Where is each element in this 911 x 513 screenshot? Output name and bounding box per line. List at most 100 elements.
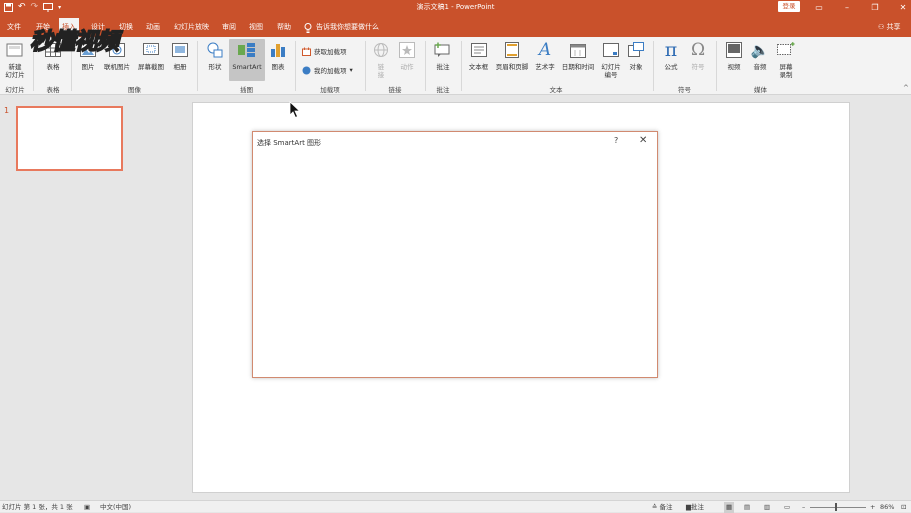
screen-recording-button[interactable]: 屏幕 录制 bbox=[774, 39, 798, 79]
zoom-out-button[interactable]: – bbox=[802, 502, 805, 513]
photo-album-button[interactable]: 相册 bbox=[170, 39, 190, 71]
comment-label: 批注 bbox=[436, 63, 450, 71]
normal-view-icon[interactable]: ▦ bbox=[724, 502, 735, 513]
screen-recording-icon bbox=[777, 42, 795, 55]
shapes-label: 形状 bbox=[208, 63, 222, 71]
video-button[interactable]: 视频 bbox=[723, 39, 745, 71]
picture-label: 图片 bbox=[81, 63, 95, 71]
tell-me-box[interactable]: 告诉我你想要做什么 bbox=[304, 18, 379, 37]
group-separator bbox=[365, 41, 366, 91]
tab-help[interactable]: 帮助 bbox=[274, 18, 294, 37]
slide-number-label: 幻灯片 编号 bbox=[601, 63, 621, 79]
zoom-in-button[interactable]: + bbox=[870, 502, 875, 513]
group-separator bbox=[197, 41, 198, 91]
omega-icon: Ω bbox=[690, 40, 706, 60]
zoom-level[interactable]: 86% bbox=[880, 502, 894, 513]
zoom-slider-thumb[interactable] bbox=[835, 503, 837, 511]
comment-button[interactable]: 批注 bbox=[432, 39, 454, 71]
dropdown-arrow-icon: ▾ bbox=[349, 66, 353, 74]
header-footer-button[interactable]: 页眉和页脚 bbox=[493, 39, 531, 71]
shapes-button[interactable]: 形状 bbox=[205, 39, 225, 71]
group-label-media: 媒体 bbox=[754, 86, 767, 94]
equation-label: 公式 bbox=[664, 63, 678, 71]
tab-animations[interactable]: 动画 bbox=[143, 18, 163, 37]
slide-number-button[interactable]: 幻灯片 编号 bbox=[599, 39, 623, 79]
watermark-logo: 秒懂视频 bbox=[29, 28, 120, 56]
share-button[interactable]: ⚇ 共享 bbox=[878, 18, 901, 37]
my-addins-button[interactable]: 我的加载项 ▾ bbox=[302, 65, 353, 75]
header-footer-icon bbox=[505, 42, 519, 58]
smartart-dialog: 选择 SmartArt 图形 ? ✕ bbox=[252, 131, 658, 378]
tab-file[interactable]: 文件 bbox=[4, 18, 24, 37]
zoom-slider[interactable] bbox=[810, 507, 866, 508]
group-separator bbox=[295, 41, 296, 91]
slide-number-icon bbox=[603, 43, 619, 57]
slideshow-view-icon[interactable]: ▭ bbox=[784, 502, 790, 513]
ribbon-tabs: 文件 开始 插入 设计 切换 动画 幻灯片放映 审阅 视图 帮助 告诉我你想要做… bbox=[0, 15, 911, 37]
wordart-button[interactable]: A 艺术字 bbox=[533, 39, 557, 72]
dialog-help-button[interactable]: ? bbox=[614, 136, 618, 145]
dialog-title: 选择 SmartArt 图形 bbox=[257, 139, 322, 147]
group-label-links: 链接 bbox=[388, 86, 402, 94]
link-button[interactable]: 链 接 bbox=[372, 39, 390, 79]
datetime-button[interactable]: 日期和时间 bbox=[559, 39, 597, 71]
equation-button[interactable]: π 公式 bbox=[660, 39, 682, 72]
smartart-icon bbox=[238, 43, 255, 57]
table-label: 表格 bbox=[46, 63, 60, 71]
spellcheck-icon[interactable]: ▣ bbox=[84, 502, 90, 513]
tell-me-text: 告诉我你想要做什么 bbox=[316, 23, 379, 31]
minimize-icon[interactable]: – bbox=[833, 0, 861, 15]
textbox-button[interactable]: 文本框 bbox=[466, 39, 491, 71]
reading-view-icon[interactable]: ▥ bbox=[764, 502, 770, 513]
restore-icon[interactable]: ❐ bbox=[861, 0, 889, 15]
link-label: 链 接 bbox=[377, 63, 385, 79]
notes-icon: ≙ bbox=[652, 503, 658, 511]
symbol-button[interactable]: Ω 符号 bbox=[687, 39, 709, 72]
group-label-tables: 表格 bbox=[46, 86, 60, 94]
group-label-illustrations: 插图 bbox=[240, 86, 253, 94]
action-button[interactable]: 动作 bbox=[396, 39, 418, 71]
language-status[interactable]: 中文(中国) bbox=[100, 502, 131, 513]
object-icon bbox=[628, 42, 644, 57]
screenshot-button[interactable]: 屏幕截图 bbox=[135, 39, 167, 71]
dialog-close-button[interactable]: ✕ bbox=[639, 135, 647, 146]
calendar-icon bbox=[570, 44, 586, 58]
tab-review[interactable]: 审阅 bbox=[219, 18, 239, 37]
video-icon bbox=[726, 42, 742, 58]
ribbon-insert: 新建 幻灯片 幻灯片 表格 表格 图片 联机图片 屏幕截图 相册 图像 形状 S… bbox=[0, 37, 911, 95]
notes-label: 备注 bbox=[659, 503, 673, 511]
new-slide-button[interactable]: 新建 幻灯片 bbox=[2, 39, 28, 79]
login-button[interactable]: 登录 bbox=[778, 1, 800, 12]
video-label: 视频 bbox=[727, 63, 741, 71]
slide-thumb-number: 1 bbox=[4, 106, 10, 115]
tab-transitions[interactable]: 切换 bbox=[116, 18, 136, 37]
collapse-ribbon-icon[interactable]: ^ bbox=[903, 84, 909, 92]
object-button[interactable]: 对象 bbox=[626, 39, 646, 71]
get-addins-button[interactable]: 获取加载项 bbox=[302, 46, 347, 56]
slide-sorter-icon[interactable]: ▤ bbox=[744, 502, 750, 513]
close-icon[interactable]: ✕ bbox=[889, 0, 911, 15]
group-label-addins: 加载项 bbox=[320, 86, 340, 94]
action-star-icon bbox=[399, 42, 415, 58]
object-label: 对象 bbox=[629, 63, 643, 71]
new-slide-icon bbox=[6, 43, 23, 57]
album-label: 相册 bbox=[173, 63, 187, 71]
notes-button[interactable]: ≙ 备注 bbox=[652, 502, 673, 513]
get-addins-label: 获取加载项 bbox=[314, 48, 347, 56]
tab-slideshow[interactable]: 幻灯片放映 bbox=[171, 18, 212, 37]
comments-button[interactable]: ▆批注 bbox=[686, 502, 704, 513]
audio-button[interactable]: 🔈 音频 bbox=[749, 39, 771, 72]
tab-view[interactable]: 视图 bbox=[246, 18, 266, 37]
new-slide-label: 新建 幻灯片 bbox=[5, 63, 25, 79]
title-bar: ↶ ↷ ▾ 演示文稿1 - PowerPoint 登录 ▭ – ❐ ✕ bbox=[0, 0, 911, 15]
smartart-button[interactable]: SmartArt bbox=[229, 39, 265, 81]
chart-button[interactable]: 图表 bbox=[268, 39, 288, 71]
speaker-icon: 🔈 bbox=[750, 41, 770, 59]
slide-thumbnail[interactable] bbox=[16, 106, 123, 171]
share-label: 共享 bbox=[886, 23, 901, 31]
ribbon-display-icon[interactable]: ▭ bbox=[805, 0, 833, 15]
group-separator bbox=[716, 41, 717, 91]
fit-to-window-icon[interactable]: ⊡ bbox=[901, 502, 906, 513]
comment-icon bbox=[434, 42, 450, 57]
wordart-label: 艺术字 bbox=[535, 63, 555, 71]
